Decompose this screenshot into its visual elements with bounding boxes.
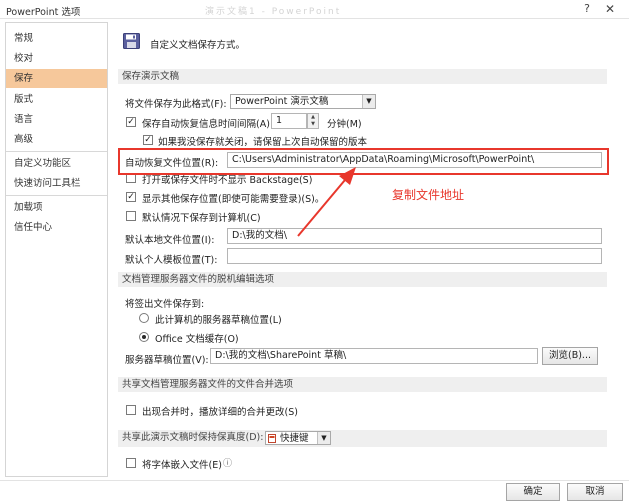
minutes-label: 分钟(M) [327, 119, 362, 130]
dialog-footer: 确定 取消 [0, 480, 629, 501]
save-format-dropdown[interactable]: PowerPoint 演示文稿 ▼ [230, 94, 376, 109]
merge-changes-checkbox[interactable] [126, 405, 136, 415]
keep-last-version-checkbox[interactable]: ✓ [143, 135, 153, 145]
section-file-merge: 共享文档管理服务器文件的文件合并选项 [118, 377, 607, 392]
cancel-button[interactable]: 取消 [567, 483, 623, 501]
close-button[interactable]: ✕ [602, 2, 618, 16]
options-sidebar: 常规 校对 保存 版式 语言 高级 自定义功能区 快速访问工具栏 加载项 信任中… [5, 22, 108, 477]
fidelity-presentation-value: 快捷键 [280, 433, 309, 444]
embed-fonts-checkbox[interactable] [126, 458, 136, 468]
sidebar-item-customize-ribbon[interactable]: 自定义功能区 [6, 154, 107, 173]
fidelity-presentation-dropdown[interactable]: 快捷键 ▼ [265, 431, 331, 445]
autosave-label: 保存自动恢复信息时间间隔(A) [142, 119, 270, 130]
sidebar-item-language[interactable]: 语言 [6, 110, 107, 129]
save-floppy-icon [123, 33, 140, 49]
save-options-panel: 自定义文档保存方式。 保存演示文稿 将文件保存为此格式(F): PowerPoi… [113, 22, 617, 477]
sidebar-item-advanced[interactable]: 高级 [6, 130, 107, 149]
default-local-location-label: 默认本地文件位置(I): [125, 235, 215, 246]
chevron-down-icon: ▼ [362, 95, 375, 108]
fidelity-label: 共享此演示文稿时保持保真度(D): [122, 432, 264, 443]
title-bar: PowerPoint 选项 演示文稿1 - PowerPoint ? ✕ [0, 0, 629, 19]
spin-down-icon[interactable]: ▼ [308, 121, 318, 128]
autosave-checkbox[interactable]: ✓ [126, 117, 136, 127]
checkout-label: 将签出文件保存到: [125, 299, 205, 310]
save-to-computer-checkbox[interactable] [126, 211, 136, 221]
sidebar-item-general[interactable]: 常规 [6, 29, 107, 48]
sidebar-item-trust-center[interactable]: 信任中心 [6, 218, 107, 237]
server-drafts-label: 此计算机的服务器草稿位置(L) [155, 315, 282, 326]
drafts-location-label: 服务器草稿位置(V): [125, 355, 209, 366]
office-cache-label: Office 文档缓存(O) [155, 334, 239, 345]
sidebar-item-addins[interactable]: 加载项 [6, 198, 107, 217]
sidebar-item-layout[interactable]: 版式 [6, 90, 107, 109]
help-button[interactable]: ? [580, 2, 594, 16]
office-cache-radio[interactable] [139, 332, 149, 342]
section-save-presentations: 保存演示文稿 [118, 69, 607, 84]
section-fidelity: 共享此演示文稿时保持保真度(D): [118, 430, 607, 447]
sidebar-divider [6, 195, 107, 196]
show-other-locations-checkbox[interactable]: ✓ [126, 192, 136, 202]
drafts-location-input[interactable]: D:\我的文档\SharePoint 草稿\ [210, 348, 538, 364]
info-icon: ⓘ [223, 459, 233, 469]
personal-template-label: 默认个人模板位置(T): [125, 255, 218, 266]
sidebar-item-quick-access[interactable]: 快速访问工具栏 [6, 174, 107, 193]
embed-fonts-label: 将字体嵌入文件(E) [142, 460, 222, 471]
browse-button[interactable]: 浏览(B)... [542, 347, 598, 365]
window-title: PowerPoint 选项 [6, 7, 81, 18]
page-description: 自定义文档保存方式。 [150, 40, 246, 51]
sidebar-divider [6, 151, 107, 152]
autosave-minutes-input[interactable]: 1 [271, 113, 307, 129]
spin-up-icon[interactable]: ▲ [308, 114, 318, 121]
sidebar-item-proofing[interactable]: 校对 [6, 49, 107, 68]
autosave-minutes-stepper[interactable]: ▲ ▼ [307, 113, 319, 129]
server-drafts-radio[interactable] [139, 313, 149, 323]
keep-last-version-label: 如果我没保存就关闭，请保留上次自动保留的版本 [158, 137, 368, 148]
annotation-note: 复制文件地址 [392, 188, 465, 202]
merge-changes-label: 出现合并时，播放详细的合并更改(S) [142, 407, 298, 418]
save-format-label: 将文件保存为此格式(F): [125, 99, 227, 110]
section-offline-editing: 文档管理服务器文件的脱机编辑选项 [118, 272, 607, 287]
personal-template-input[interactable] [227, 248, 602, 264]
chevron-down-icon: ▼ [317, 432, 330, 444]
sidebar-item-save[interactable]: 保存 [6, 69, 107, 88]
save-to-computer-label: 默认情况下保存到计算机(C) [142, 213, 261, 224]
presentation-file-icon [268, 434, 276, 443]
ok-button[interactable]: 确定 [506, 483, 560, 501]
save-format-value: PowerPoint 演示文稿 [235, 96, 329, 107]
annotation-arrow-icon [297, 167, 356, 237]
background-window-title: 演示文稿1 - PowerPoint [205, 7, 342, 17]
